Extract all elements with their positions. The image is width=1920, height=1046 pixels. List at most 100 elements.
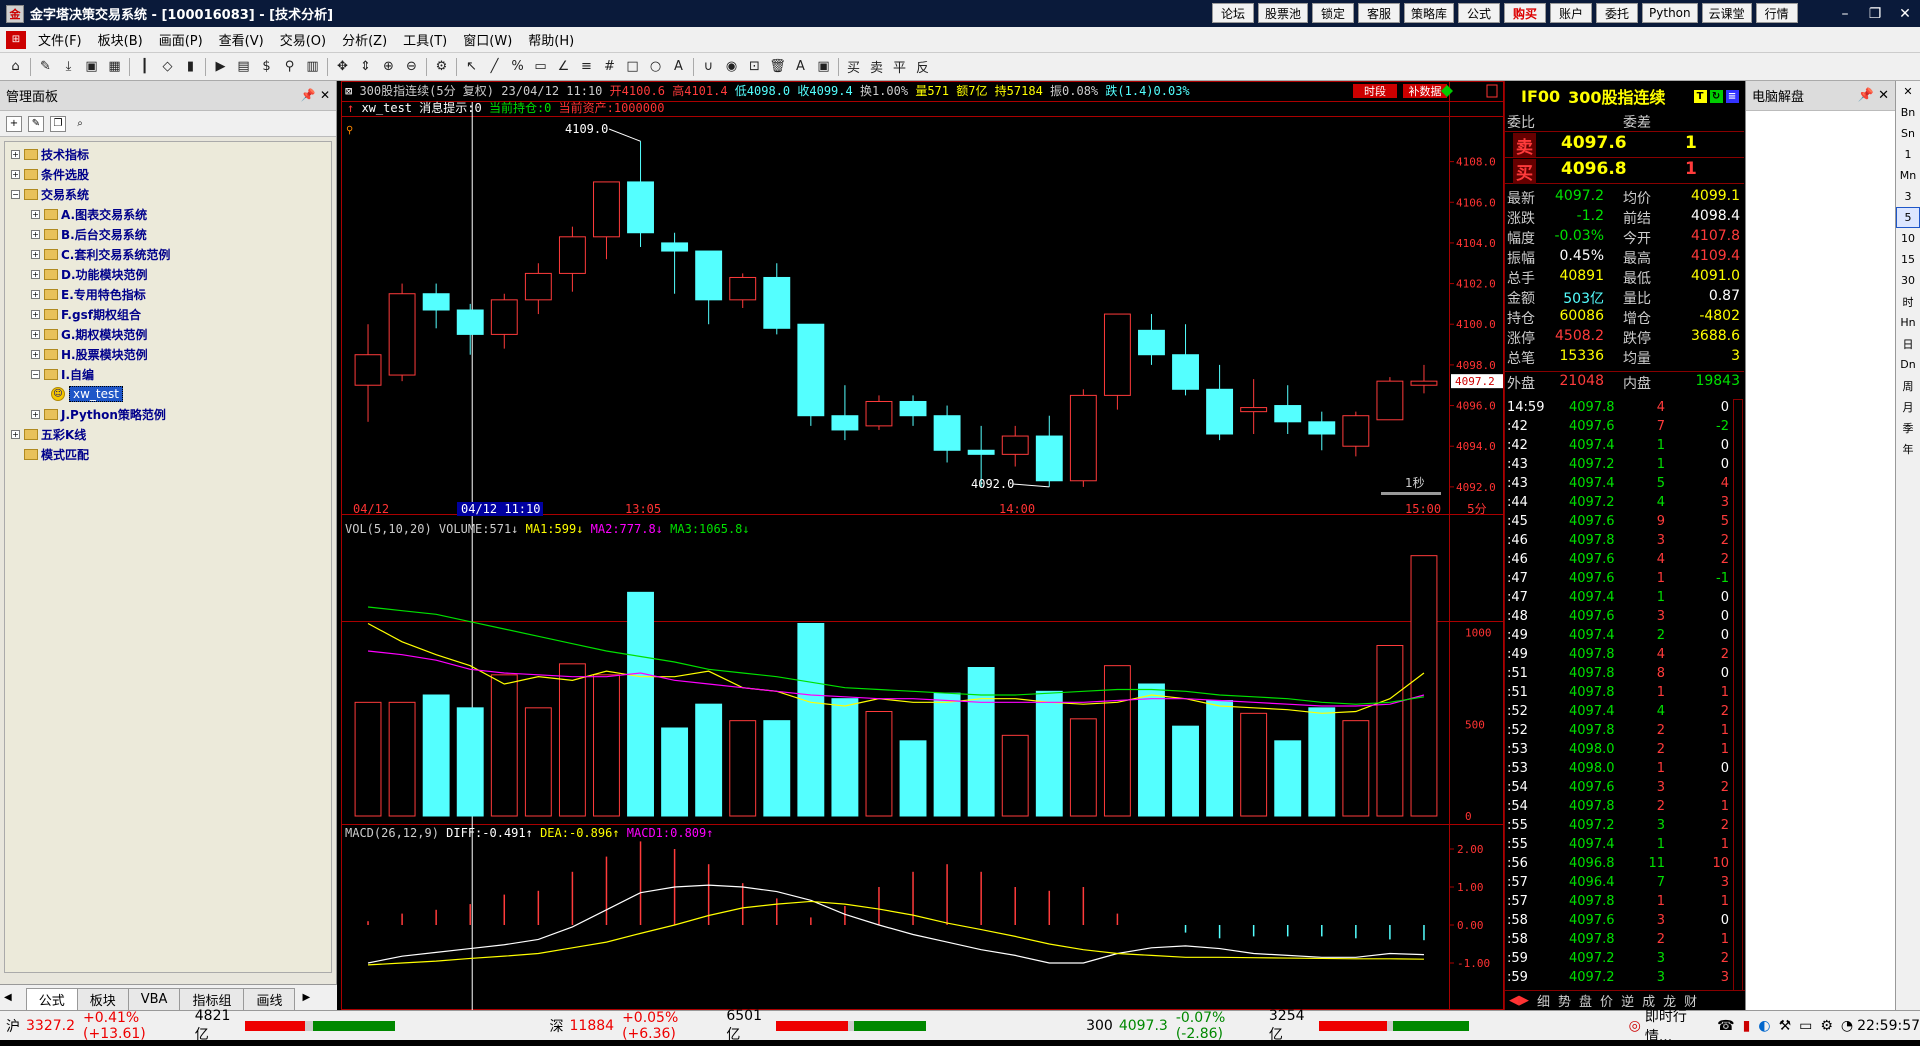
- tree-node[interactable]: + J.Python策略范例: [5, 404, 331, 424]
- tick-scrollbar[interactable]: [1733, 399, 1743, 991]
- period-9[interactable]: 时: [1896, 291, 1920, 312]
- period-15[interactable]: 季: [1896, 417, 1920, 438]
- zoom-out-icon[interactable]: ⊖: [400, 56, 423, 78]
- quote-tab-4[interactable]: 逆: [1617, 991, 1638, 1010]
- folder-icon[interactable]: ▣: [80, 56, 103, 78]
- pencil-icon[interactable]: ✎: [34, 56, 57, 78]
- top-button-8[interactable]: 委托: [1596, 3, 1639, 23]
- diamond-icon[interactable]: ◇: [156, 56, 179, 78]
- circle-icon[interactable]: ○: [644, 56, 667, 78]
- period-16[interactable]: 年: [1896, 438, 1920, 459]
- tree-node[interactable]: 模式匹配: [5, 444, 331, 464]
- period-6[interactable]: 10: [1896, 228, 1920, 249]
- chart-menu-icon[interactable]: ⊠: [345, 84, 359, 98]
- tick-prev-icon[interactable]: ◀▶: [1505, 993, 1533, 1008]
- quote-tab-1[interactable]: 势: [1554, 991, 1575, 1010]
- expand-icon[interactable]: +: [31, 209, 40, 219]
- rect-icon[interactable]: □: [621, 56, 644, 78]
- link-icon[interactable]: ◐: [1758, 1018, 1770, 1034]
- top-button-11[interactable]: 行情: [1755, 3, 1798, 23]
- tree-node[interactable]: + H.股票模块范例: [5, 344, 331, 364]
- lock-icon[interactable]: ⊡: [743, 56, 766, 78]
- list-icon[interactable]: ≡: [1725, 89, 1739, 103]
- top-button-6[interactable]: 购买: [1504, 3, 1547, 23]
- grid-icon[interactable]: ▦: [103, 56, 126, 78]
- refresh-icon[interactable]: ↻: [1709, 89, 1723, 103]
- tree-node[interactable]: − I.自编: [5, 364, 331, 384]
- tree-node[interactable]: + B.后台交易系统: [5, 224, 331, 244]
- search-icon[interactable]: ⌕: [72, 116, 88, 132]
- zoom-fit-icon[interactable]: ⇕: [354, 56, 377, 78]
- pin-icon[interactable]: 📌: [301, 88, 316, 102]
- cursor-icon[interactable]: ↖: [460, 56, 483, 78]
- collapse-icon[interactable]: −: [31, 369, 40, 379]
- chart-area[interactable]: ⊠ 300股指连续(5分 复权) 23/04/12 11:10 开4100.6 …: [341, 81, 1504, 1010]
- period-2[interactable]: 1: [1896, 144, 1920, 165]
- edit-icon[interactable]: ✎: [28, 115, 44, 132]
- period-13[interactable]: 周: [1896, 375, 1920, 396]
- close-icon[interactable]: ✕: [1890, 0, 1920, 27]
- analysis-pin-icon[interactable]: 📌: [1858, 88, 1874, 103]
- tree-node[interactable]: + G.期权模块范例: [5, 324, 331, 344]
- ticker-icon[interactable]: ◎: [1629, 1018, 1641, 1034]
- chart-icon[interactable]: ▥: [301, 56, 324, 78]
- new-icon[interactable]: +: [6, 115, 22, 132]
- menu-item-1[interactable]: 板块(B): [90, 30, 151, 49]
- phone-icon[interactable]: ☎: [1717, 1018, 1734, 1034]
- hash-icon[interactable]: #: [598, 56, 621, 78]
- top-button-5[interactable]: 公式: [1458, 3, 1501, 23]
- period-0[interactable]: Bn: [1896, 102, 1920, 123]
- period-3[interactable]: Mn: [1896, 165, 1920, 186]
- panel-tab-4[interactable]: 画线: [243, 988, 296, 1010]
- flat-icon[interactable]: 平: [888, 56, 911, 78]
- top-button-4[interactable]: 策略库: [1404, 3, 1455, 23]
- eye-icon[interactable]: ◉: [720, 56, 743, 78]
- quote-tab-3[interactable]: 价: [1596, 991, 1617, 1010]
- tree-node[interactable]: + 技术指标: [5, 144, 331, 164]
- percent-icon[interactable]: %: [506, 56, 529, 78]
- chart-svg[interactable]: ⊠ 300股指连续(5分 复权) 23/04/12 11:10 开4100.6 …: [341, 81, 1504, 1010]
- chat-icon[interactable]: ▭: [1799, 1018, 1812, 1034]
- pane-toggle-icon[interactable]: [1486, 84, 1498, 98]
- tree-node[interactable]: + C.套利交易系统范例: [5, 244, 331, 264]
- quote-tab-0[interactable]: 细: [1533, 991, 1554, 1010]
- menu-item-7[interactable]: 窗口(W): [455, 30, 520, 49]
- cup-icon[interactable]: ▮: [1743, 1018, 1751, 1034]
- expand-icon[interactable]: +: [31, 329, 40, 339]
- reverse-icon[interactable]: 反: [911, 56, 934, 78]
- filter-icon[interactable]: ⚲: [278, 56, 301, 78]
- bar-chart-icon[interactable]: ┃: [133, 56, 156, 78]
- expand-icon[interactable]: +: [31, 349, 40, 359]
- expand-icon[interactable]: +: [31, 229, 40, 239]
- color-icon[interactable]: A: [789, 56, 812, 78]
- candle-icon[interactable]: ▮: [179, 56, 202, 78]
- menu-item-0[interactable]: 文件(F): [30, 30, 90, 49]
- home-icon[interactable]: ⌂: [4, 56, 27, 78]
- angle-icon[interactable]: ∠: [552, 56, 575, 78]
- top-button-7[interactable]: 账户: [1550, 3, 1593, 23]
- expand-icon[interactable]: +: [11, 169, 20, 179]
- menu-item-6[interactable]: 工具(T): [395, 30, 455, 49]
- period-10[interactable]: Hn: [1896, 312, 1920, 333]
- period-1[interactable]: Sn: [1896, 123, 1920, 144]
- expand-icon[interactable]: +: [31, 289, 40, 299]
- tree-node[interactable]: − 交易系统: [5, 184, 331, 204]
- tree-node[interactable]: + 条件选股: [5, 164, 331, 184]
- menu-item-8[interactable]: 帮助(H): [520, 30, 582, 49]
- dollar-icon[interactable]: $: [255, 56, 278, 78]
- period-4[interactable]: 3: [1896, 186, 1920, 207]
- doc-icon[interactable]: ▤: [232, 56, 255, 78]
- copy-icon[interactable]: ❐: [50, 115, 66, 132]
- panel-tab-2[interactable]: VBA: [127, 988, 181, 1010]
- menu-item-2[interactable]: 画面(P): [151, 30, 211, 49]
- top-button-9[interactable]: Python: [1642, 3, 1698, 23]
- download-icon[interactable]: ⤓: [57, 56, 80, 78]
- trash-icon[interactable]: 🗑: [766, 56, 789, 78]
- app-menu-icon[interactable]: ⊞: [6, 30, 26, 49]
- chart-tag-0[interactable]: 时段: [1353, 84, 1397, 98]
- gear-icon[interactable]: ⚙: [430, 56, 453, 78]
- fib-icon[interactable]: ≡: [575, 56, 598, 78]
- line-tool-icon[interactable]: ╱: [483, 56, 506, 78]
- tree-node[interactable]: + A.图表交易系统: [5, 204, 331, 224]
- move-icon[interactable]: ✥: [331, 56, 354, 78]
